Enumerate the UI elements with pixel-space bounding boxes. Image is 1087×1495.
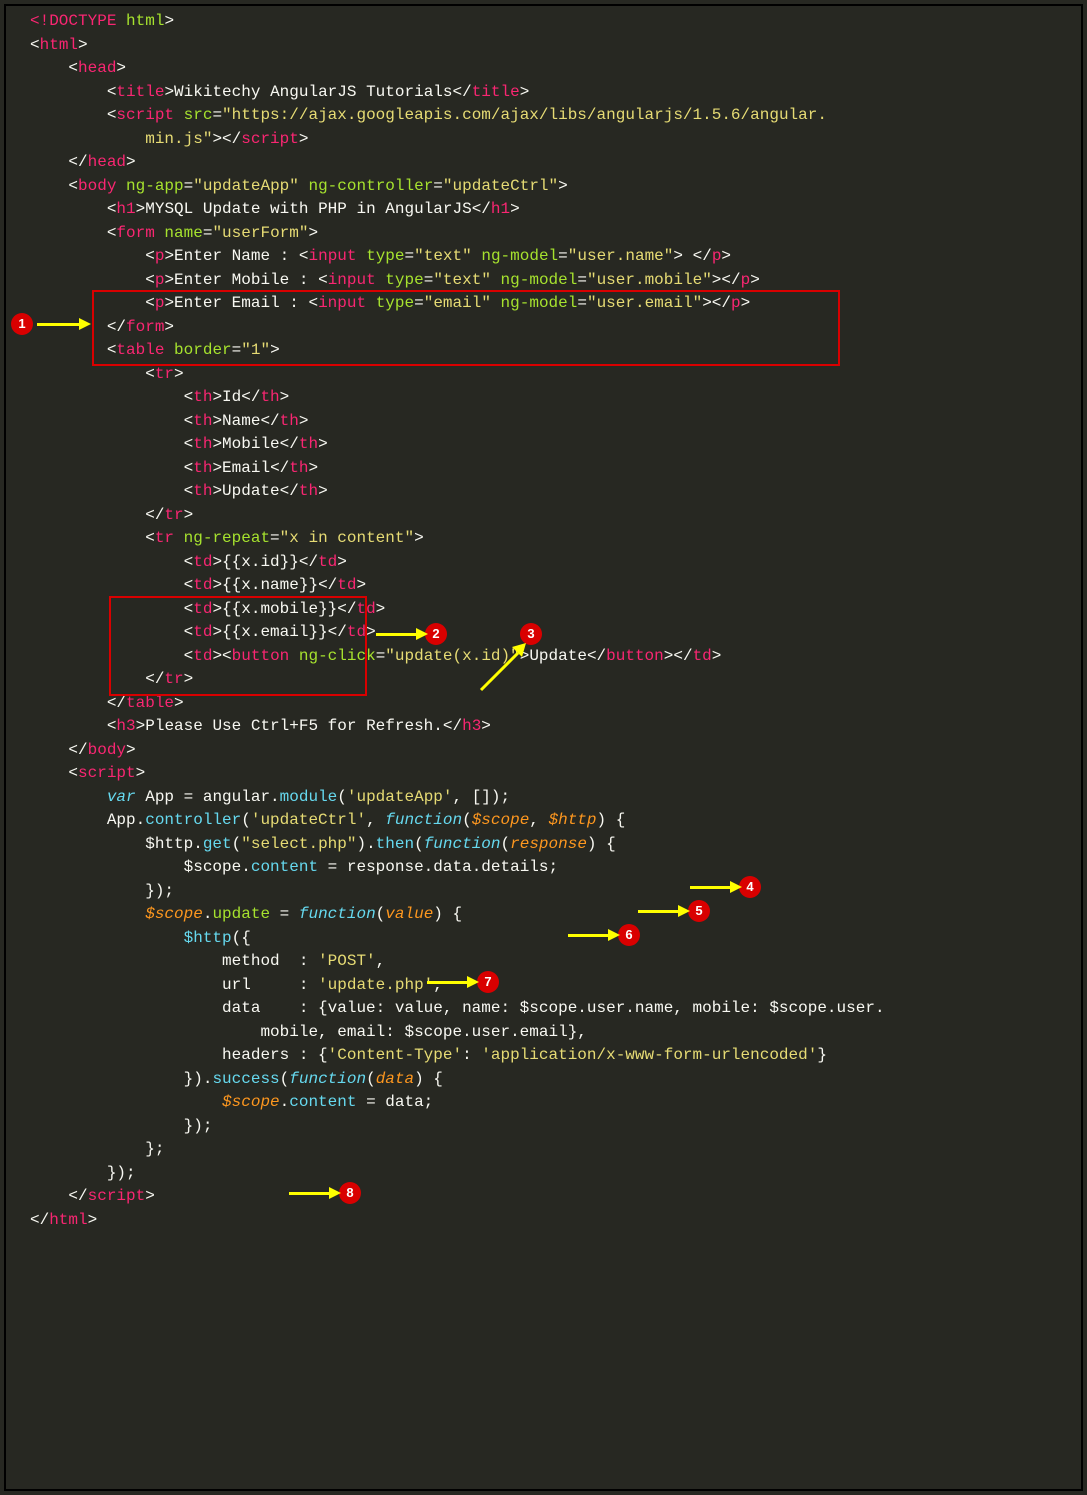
arrow-head-icon [608, 929, 620, 941]
annotation-badge-5: 5 [688, 900, 710, 922]
code-editor-panel: <!DOCTYPE html> <html> <head> <title>Wik… [4, 4, 1083, 1491]
arrow-icon [476, 643, 528, 695]
arrow-icon [690, 886, 732, 889]
annotation-badge-4: 4 [739, 876, 761, 898]
code-block: <!DOCTYPE html> <html> <head> <title>Wik… [10, 10, 1077, 1232]
arrow-icon [37, 323, 81, 326]
annotation-badge-6: 6 [618, 924, 640, 946]
annotation-badge-8: 8 [339, 1182, 361, 1204]
annotation-badge-7: 7 [477, 971, 499, 993]
arrow-head-icon [467, 976, 479, 988]
arrow-head-icon [329, 1187, 341, 1199]
arrow-icon [376, 633, 418, 636]
annotation-badge-1: 1 [11, 313, 33, 335]
doctype: <!DOCTYPE [30, 12, 116, 30]
arrow-icon [638, 910, 680, 913]
arrow-icon [289, 1192, 331, 1195]
annotation-badge-3: 3 [520, 623, 542, 645]
arrow-head-icon [730, 881, 742, 893]
arrow-head-icon [79, 318, 91, 330]
arrow-icon [568, 934, 610, 937]
arrow-head-icon [416, 628, 428, 640]
arrow-icon [427, 981, 469, 984]
annotation-badge-2: 2 [425, 623, 447, 645]
arrow-head-icon [678, 905, 690, 917]
